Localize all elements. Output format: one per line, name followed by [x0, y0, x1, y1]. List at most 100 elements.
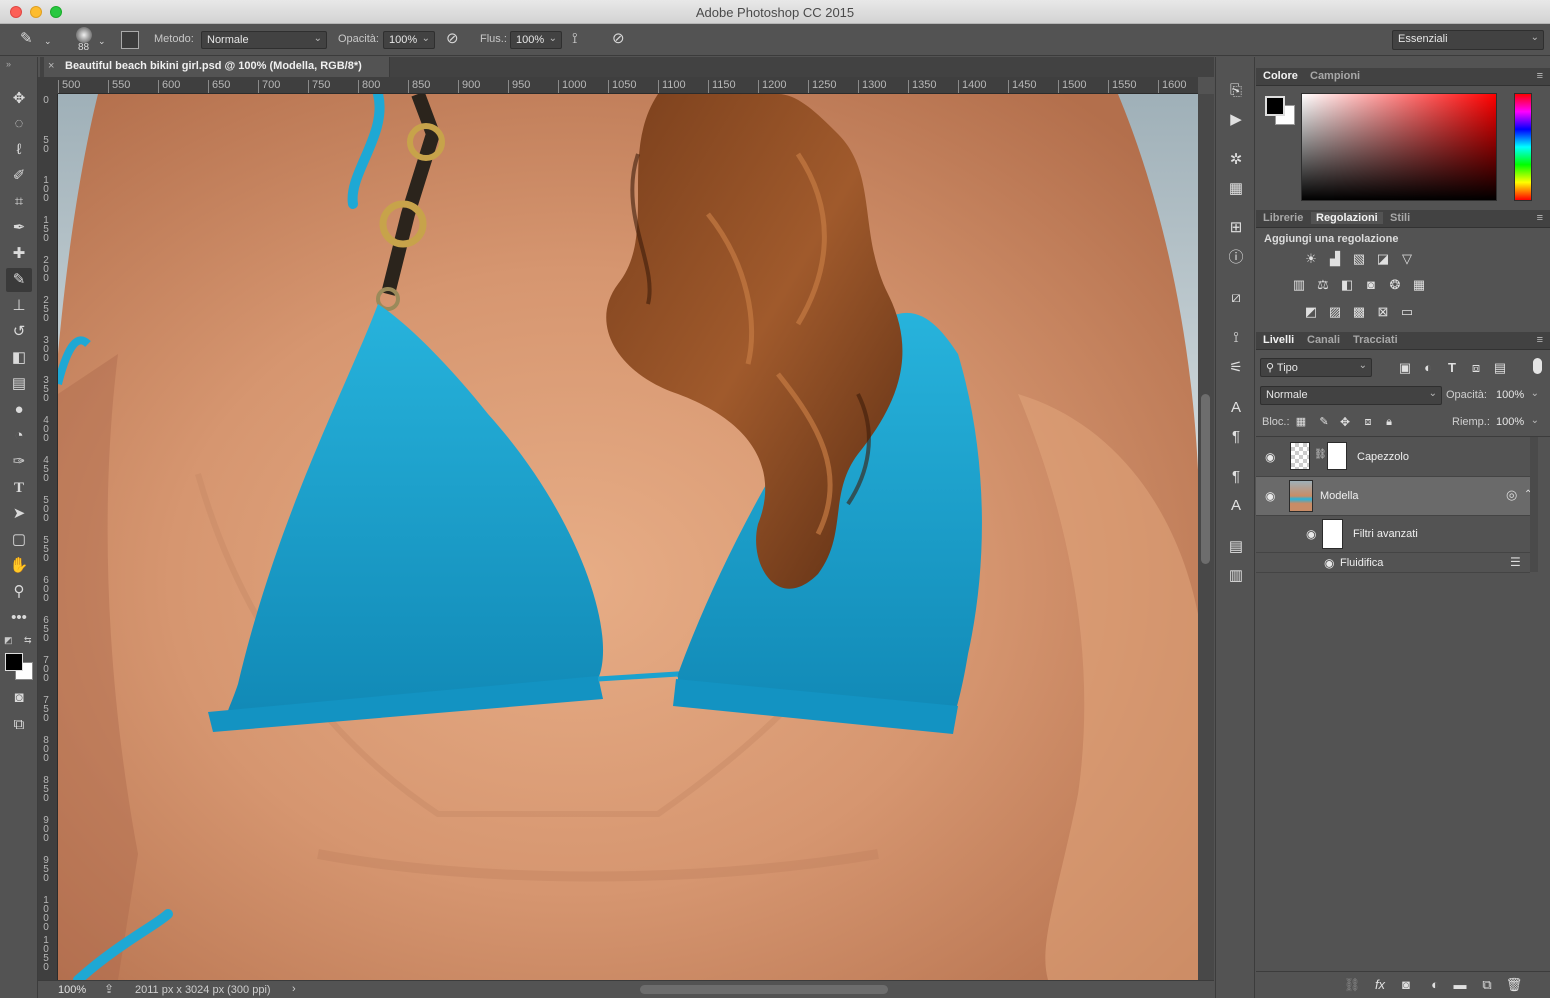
panel-menu-icon[interactable]: ≡ [1537, 70, 1543, 82]
blend-mode-select[interactable]: Normale ⌄ [201, 31, 327, 49]
layer-filter-select[interactable]: ⚲ Tipo ⌄ [1260, 358, 1372, 377]
actions-panel-icon[interactable]: ▶ [1224, 110, 1248, 130]
lock-pixels-icon[interactable]: ✎ [1315, 414, 1333, 430]
filter-row-fluidifica[interactable]: ◉ Fluidifica ☰ [1256, 553, 1530, 573]
glyphs-icon[interactable]: ▥ [1224, 566, 1248, 586]
pen-icon[interactable]: ✑ [6, 450, 32, 474]
history-brush-icon[interactable]: ↺ [6, 320, 32, 344]
gradient-icon[interactable]: ▤ [6, 372, 32, 396]
zoom-level[interactable]: 100% [58, 984, 86, 996]
horizontal-scroll-thumb[interactable] [640, 985, 888, 994]
smart-filters-row[interactable]: ◉ Filtri avanzati [1256, 516, 1530, 553]
filter-smart-object-icon[interactable]: ▤ [1491, 360, 1509, 376]
selective-color-icon[interactable]: ⊠ [1374, 304, 1392, 320]
more-icon[interactable]: ••• [6, 606, 32, 630]
levels-icon[interactable]: ▟ [1326, 251, 1344, 267]
tab-tracciati[interactable]: Tracciati [1353, 334, 1398, 346]
hue-slider[interactable] [1514, 93, 1532, 201]
new-adjustment-icon[interactable]: ◐ [1426, 977, 1444, 993]
filter-adjustment-icon[interactable]: ◐ [1419, 360, 1437, 376]
document-tab[interactable]: × Beautiful beach bikini girl.psd @ 100%… [44, 57, 390, 77]
status-menu-arrow-icon[interactable]: › [292, 983, 296, 995]
properties-icon[interactable]: ⓘ [1224, 248, 1248, 268]
eraser-icon[interactable]: ◧ [6, 346, 32, 370]
airbrush-icon[interactable]: ⟟ [572, 31, 578, 47]
brush-icon[interactable]: ✎ [6, 268, 32, 292]
gradient-map-icon[interactable]: ▭ [1398, 304, 1416, 320]
vertical-ruler[interactable]: 0 50 100 150 200 250 300 350 400 450 500 550 600 650 7… [38, 94, 58, 980]
move-icon[interactable]: ✥ [6, 87, 32, 111]
screen-mode-icon[interactable]: ⧉ [6, 713, 32, 737]
smart-filter-indicator-icon[interactable]: ◎ [1506, 487, 1517, 503]
path-select-icon[interactable]: ➤ [6, 502, 32, 526]
healing-icon[interactable]: ✚ [6, 242, 32, 266]
layer-row-capezzolo[interactable]: ◉ ⛓ Capezzolo [1256, 437, 1530, 477]
layer-name[interactable]: Capezzolo [1357, 451, 1409, 463]
hue-saturation-icon[interactable]: ▥ [1290, 277, 1308, 293]
character-panel-icon[interactable]: A [1224, 398, 1248, 418]
black-white-icon[interactable]: ◧ [1338, 277, 1356, 293]
brightness-icon[interactable]: ☀ [1302, 251, 1320, 267]
collapse-toolbox-icon[interactable]: » [6, 59, 11, 69]
visibility-eye-icon[interactable]: ◉ [1265, 489, 1275, 503]
layer-comps-icon[interactable]: ⧄ [1224, 288, 1248, 308]
new-group-icon[interactable]: ▬ [1451, 977, 1469, 993]
chevron-down-icon[interactable]: ⌄ [98, 33, 106, 49]
color-foreground-swatch[interactable] [1265, 96, 1285, 116]
type-icon[interactable]: T [6, 476, 32, 500]
smart-filter-mask-thumbnail[interactable] [1322, 519, 1343, 549]
opacity-input[interactable]: 100% ⌄ [383, 31, 435, 49]
pressure-opacity-icon[interactable]: ⊘ [446, 31, 459, 47]
panel-menu-icon[interactable]: ≡ [1537, 212, 1543, 224]
swap-colors-icon[interactable]: ⇆ [24, 635, 32, 646]
adjust-icon[interactable]: ⚟ [1224, 358, 1248, 378]
visibility-eye-icon[interactable]: ◉ [1324, 556, 1334, 570]
invert-icon[interactable]: ◩ [1302, 304, 1320, 320]
chevron-down-icon[interactable]: ⌄ [44, 33, 52, 49]
canvas[interactable] [58, 94, 1198, 980]
tab-canali[interactable]: Canali [1307, 334, 1340, 346]
marquee-icon[interactable]: ◌ [6, 112, 32, 136]
quick-select-icon[interactable]: ✐ [6, 164, 32, 188]
quick-mask-icon[interactable]: ◙ [6, 686, 32, 710]
visibility-eye-icon[interactable]: ◉ [1265, 450, 1275, 464]
brush-settings-icon[interactable]: ✲ [1224, 150, 1248, 170]
fill-input[interactable]: 100% ⌄ [1490, 413, 1544, 432]
posterize-icon[interactable]: ▨ [1326, 304, 1344, 320]
new-layer-icon[interactable]: ⧉ [1478, 977, 1496, 993]
panel-menu-icon[interactable]: ≡ [1537, 334, 1543, 346]
lock-transparency-icon[interactable]: ▦ [1292, 414, 1310, 430]
layer-opacity-input[interactable]: 100% ⌄ [1490, 386, 1544, 405]
brush-tip-preview[interactable] [76, 27, 92, 43]
color-lookup-icon[interactable]: ▦ [1410, 277, 1428, 293]
clone-source-icon[interactable]: ▦ [1224, 179, 1248, 199]
filter-blending-options-icon[interactable]: ☰ [1510, 555, 1521, 569]
tool-presets-icon[interactable]: ⟟ [1224, 328, 1248, 348]
workspace-select[interactable]: Essenziali ⌄ [1392, 30, 1544, 50]
tab-colore[interactable]: Colore [1263, 70, 1298, 82]
tab-librerie[interactable]: Librerie [1263, 212, 1303, 224]
tab-regolazioni[interactable]: Regolazioni [1311, 212, 1383, 224]
lock-all-icon[interactable]: 🔒︎ [1380, 414, 1398, 430]
color-picker-field[interactable] [1301, 93, 1497, 201]
layer-row-modella[interactable]: ◉ Modella ◎ [1256, 477, 1530, 516]
vertical-scroll-thumb[interactable] [1201, 394, 1210, 564]
horizontal-ruler[interactable]: 500 550 600 650 700 750 800 850 900 950 1000 1050 11… [58, 77, 1198, 94]
shape-icon[interactable]: ▢ [6, 528, 32, 552]
threshold-icon[interactable]: ▩ [1350, 304, 1368, 320]
crop-icon[interactable]: ⌗ [6, 190, 32, 214]
add-mask-icon[interactable]: ◙ [1397, 977, 1415, 993]
layers-scrollbar[interactable] [1530, 437, 1538, 572]
filter-type-icon[interactable]: T [1443, 360, 1461, 376]
share-icon[interactable]: ⇪ [104, 982, 114, 996]
layer-name[interactable]: Modella [1320, 490, 1359, 502]
link-layers-icon[interactable]: ⛓ [1343, 977, 1361, 993]
dodge-icon[interactable]: ◔ [6, 424, 32, 448]
paragraph-panel-icon[interactable]: ¶ [1224, 427, 1248, 447]
color-balance-icon[interactable]: ⚖ [1314, 277, 1332, 293]
zoom-icon[interactable]: ⚲ [6, 580, 32, 604]
lock-position-icon[interactable]: ✥ [1336, 414, 1354, 430]
tab-campioni[interactable]: Campioni [1310, 70, 1360, 82]
exposure-icon[interactable]: ◪ [1374, 251, 1392, 267]
delete-layer-icon[interactable]: 🗑︎ [1505, 977, 1523, 993]
